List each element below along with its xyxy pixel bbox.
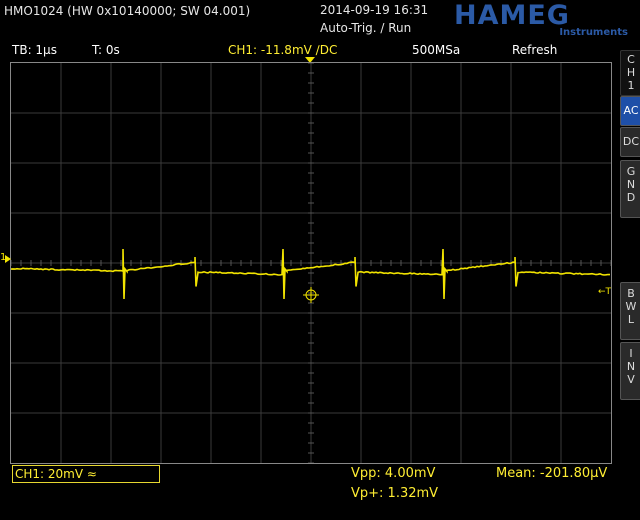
logo-text: HAMEG (454, 2, 570, 31)
bwl-label-l: L (621, 313, 640, 326)
datetime: 2014-09-19 16:31 (320, 4, 428, 16)
inv-label-n: N (621, 360, 640, 373)
vp-plus-measurement: Vp+: 1.32mV (351, 487, 438, 500)
gnd-button[interactable]: G N D (620, 160, 640, 218)
gnd-label-n: N (621, 178, 640, 191)
bwl-button[interactable]: B W L (620, 282, 640, 340)
waveform-display (11, 63, 611, 463)
logo-subtext: Instruments (559, 27, 628, 38)
ac-coupling-button[interactable]: AC (620, 96, 640, 126)
center-crosshair-icon (303, 287, 319, 303)
hameg-logo: HAMEG Instruments (452, 2, 630, 38)
gnd-label-d: D (621, 191, 640, 204)
device-id: HMO1024 (HW 0x10140000; SW 04.001) (4, 5, 250, 17)
gnd-label-g: G (621, 165, 640, 178)
acquisition-mode-readout[interactable]: Refresh (512, 44, 557, 56)
invert-button[interactable]: I N V (620, 342, 640, 400)
timebase-readout[interactable]: TB: 1µs (12, 44, 57, 56)
mean-measurement: Mean: -201.80µV (496, 467, 607, 480)
waveform-screen[interactable] (10, 62, 612, 464)
channel-label-c: C (621, 53, 640, 66)
channel-info-readout[interactable]: CH1: -11.8mV ∕DC (228, 44, 337, 56)
graticule (11, 63, 611, 463)
bwl-label-w: W (621, 300, 640, 313)
bwl-label-b: B (621, 287, 640, 300)
ch1-marker-arrow-icon (5, 255, 11, 263)
sample-rate-readout: 500MSa (412, 44, 460, 56)
inv-label-v: V (621, 373, 640, 386)
ch1-scale-box[interactable]: CH1: 20mV ≈ (12, 465, 160, 483)
trigger-level-marker[interactable]: ←T (598, 288, 611, 297)
trigger-status: Auto-Trig. / Run (320, 22, 411, 34)
channel-label-h: H (621, 66, 640, 79)
dc-coupling-button[interactable]: DC (620, 127, 640, 157)
vpp-measurement: Vpp: 4.00mV (351, 467, 435, 480)
channel-label: C H 1 (620, 50, 640, 96)
inv-label-i: I (621, 347, 640, 360)
channel-label-1: 1 (621, 79, 640, 92)
time-offset-readout[interactable]: T: 0s (92, 44, 120, 56)
